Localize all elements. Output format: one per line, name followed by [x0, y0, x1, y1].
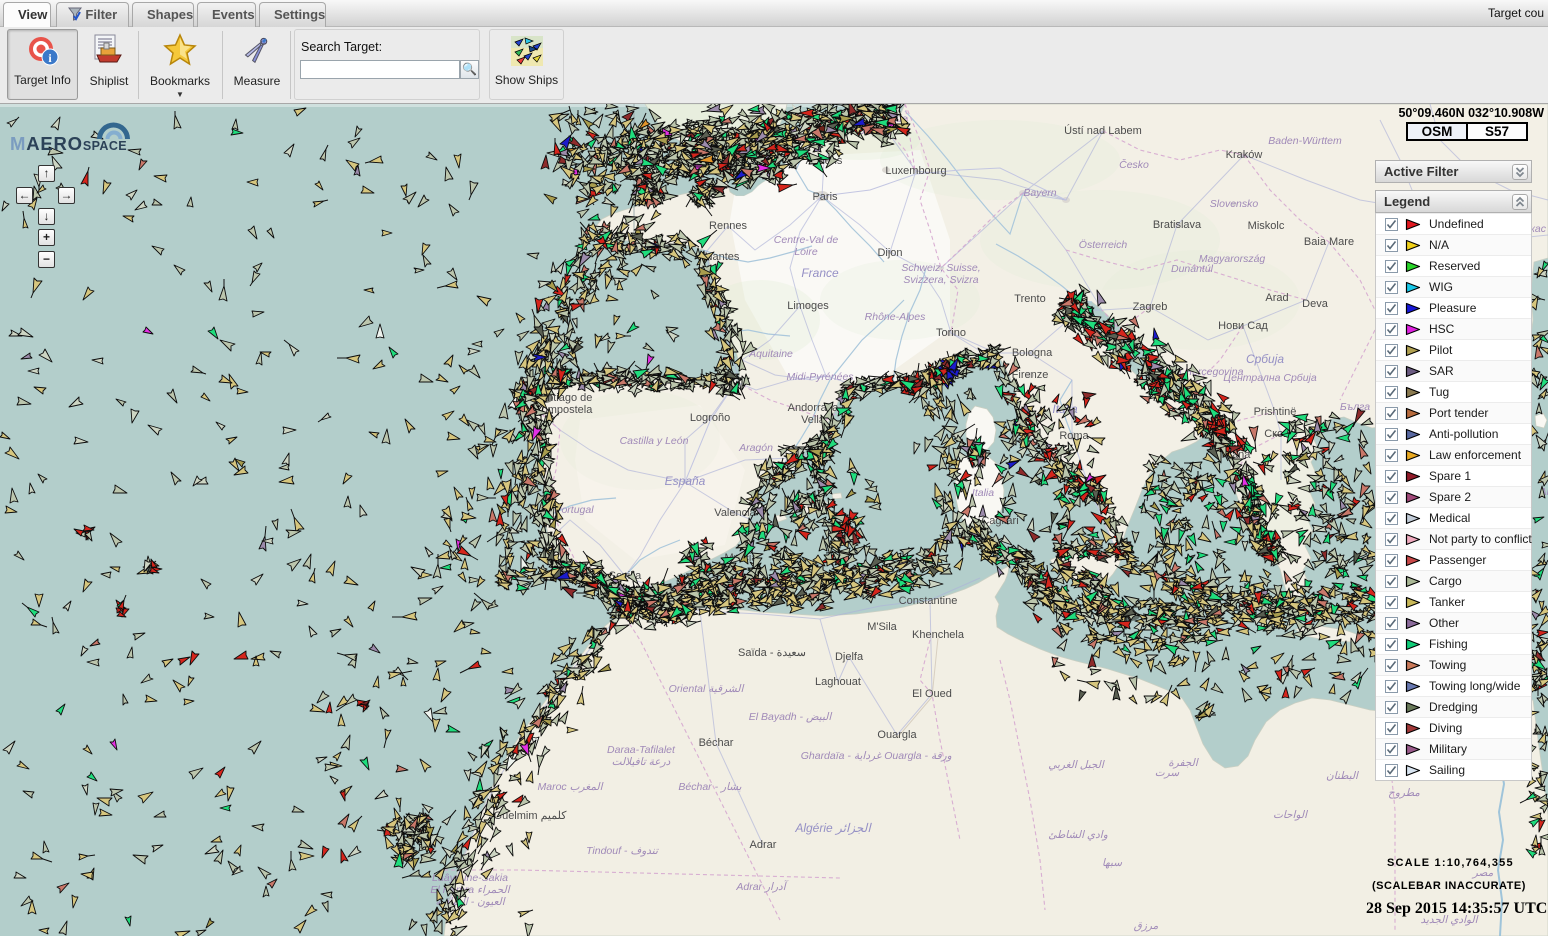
svg-text:M'Sila: M'Sila — [867, 621, 897, 633]
svg-text:Österreich: Österreich — [1079, 239, 1128, 251]
svg-text:Dijon: Dijon — [877, 247, 902, 259]
svg-text:Limoges: Limoges — [787, 300, 829, 312]
svg-text:Adrar: Adrar — [750, 839, 777, 851]
svg-text:Béchar: Béchar — [699, 737, 734, 749]
svg-text:Svizzera, Svizra: Svizzera, Svizra — [903, 274, 978, 286]
svg-text:الجبل الغربي: الجبل الغربي — [1048, 759, 1105, 771]
svg-text:Constantine: Constantine — [899, 595, 958, 607]
svg-text:Zagreb: Zagreb — [1133, 301, 1168, 313]
svg-text:Ouargla: Ouargla — [877, 729, 917, 741]
svg-text:Adrar آدرار: Adrar آدرار — [735, 880, 788, 893]
svg-text:El Hamra الحمراء: El Hamra الحمراء — [430, 884, 510, 896]
svg-text:El Bayadh - البيض: El Bayadh - البيض — [749, 711, 833, 723]
svg-text:Bayern: Bayern — [1023, 187, 1056, 199]
svg-text:Maroc المغرب: Maroc المغرب — [537, 781, 603, 793]
svg-text:مرزق: مرزق — [1134, 920, 1159, 932]
svg-text:Baden-Württem: Baden-Württem — [1268, 135, 1342, 147]
svg-text:Paris: Paris — [812, 191, 838, 203]
svg-text:Daraa-Tafilalet: Daraa-Tafilalet — [607, 744, 676, 756]
svg-text:Centre-Val de: Centre-Val de — [774, 234, 839, 246]
svg-text:Rennes: Rennes — [709, 220, 747, 232]
svg-text:مطروح: مطروح — [1388, 787, 1420, 799]
svg-text:Ouargla - ورقة: Ouargla - ورقة — [884, 750, 951, 762]
svg-text:Dunántúl: Dunántúl — [1171, 263, 1214, 275]
svg-text:Aragón: Aragón — [738, 442, 773, 454]
svg-text:Italia: Italia — [972, 487, 994, 499]
svg-text:Khenchela: Khenchela — [912, 629, 965, 641]
svg-text:España: España — [665, 474, 706, 488]
svg-text:Luxembourg: Luxembourg — [885, 165, 946, 177]
svg-text:Česko: Česko — [1119, 158, 1149, 171]
svg-text:Oriental الشرقية: Oriental الشرقية — [669, 683, 745, 695]
svg-text:Torino: Torino — [936, 327, 966, 339]
svg-text:Baia Mare: Baia Mare — [1304, 236, 1354, 248]
svg-text:Saïda - سعيدة: Saïda - سعيدة — [738, 647, 806, 659]
svg-text:Schweiz, Suisse,: Schweiz, Suisse, — [901, 262, 980, 274]
svg-text:Midi-Pyrénées: Midi-Pyrénées — [786, 371, 854, 383]
svg-text:Bratislava: Bratislava — [1153, 219, 1202, 231]
svg-text:درعة تافيلالت: درعة تافيلالت — [612, 756, 671, 768]
svg-text:Laâyoune-Sakia: Laâyoune-Sakia — [432, 872, 508, 884]
svg-text:Arad: Arad — [1265, 292, 1288, 304]
svg-text:Централна Србија: Централна Србија — [1223, 372, 1317, 384]
svg-text:Djelfa: Djelfa — [835, 651, 864, 663]
svg-text:الواحات: الواحات — [1273, 809, 1308, 821]
svg-text:Deva: Deva — [1302, 298, 1329, 310]
svg-text:France: France — [801, 266, 839, 280]
svg-text:سبها: سبها — [1102, 857, 1122, 869]
svg-text:Kraków: Kraków — [1226, 149, 1263, 161]
svg-text:Slovensko: Slovensko — [1210, 198, 1259, 210]
svg-text:Béchar - بشار: Béchar - بشار — [678, 781, 741, 793]
svg-text:Србија: Србија — [1246, 352, 1284, 366]
svg-text:Ústí nad Labem: Ústí nad Labem — [1064, 124, 1142, 137]
svg-text:وادي الشاطئ: وادي الشاطئ — [1048, 829, 1108, 841]
svg-text:سرت: سرت — [1155, 767, 1180, 779]
svg-text:Loire: Loire — [794, 246, 818, 258]
svg-text:Prishtinë: Prishtinë — [1254, 406, 1297, 418]
svg-text:Castilla y León: Castilla y León — [620, 435, 689, 447]
svg-text:Бълга: Бълга — [1340, 401, 1370, 413]
svg-text:Algérie الجزائر: Algérie الجزائر — [794, 821, 872, 835]
svg-text:Logroño: Logroño — [690, 412, 730, 424]
svg-text:Miskolc: Miskolc — [1248, 220, 1285, 232]
svg-text:Bologna: Bologna — [1012, 347, 1053, 359]
svg-text:Tindouf - تندوف: Tindouf - تندوف — [586, 845, 659, 857]
svg-text:Нови Сад: Нови Сад — [1218, 320, 1268, 332]
svg-text:Ghardaïa - غرداية: Ghardaïa - غرداية — [801, 750, 882, 762]
svg-text:Laghouat: Laghouat — [815, 676, 861, 688]
svg-text:Valencia: Valencia — [714, 507, 756, 519]
svg-text:Rhône-Alpes: Rhône-Alpes — [865, 311, 926, 323]
svg-text:Firenze: Firenze — [1012, 369, 1049, 381]
svg-text:البطنان: البطنان — [1326, 770, 1359, 782]
svg-text:Trento: Trento — [1014, 293, 1045, 305]
svg-text:кас: кас — [1530, 223, 1547, 235]
svg-text:El Oued: El Oued — [912, 688, 952, 700]
